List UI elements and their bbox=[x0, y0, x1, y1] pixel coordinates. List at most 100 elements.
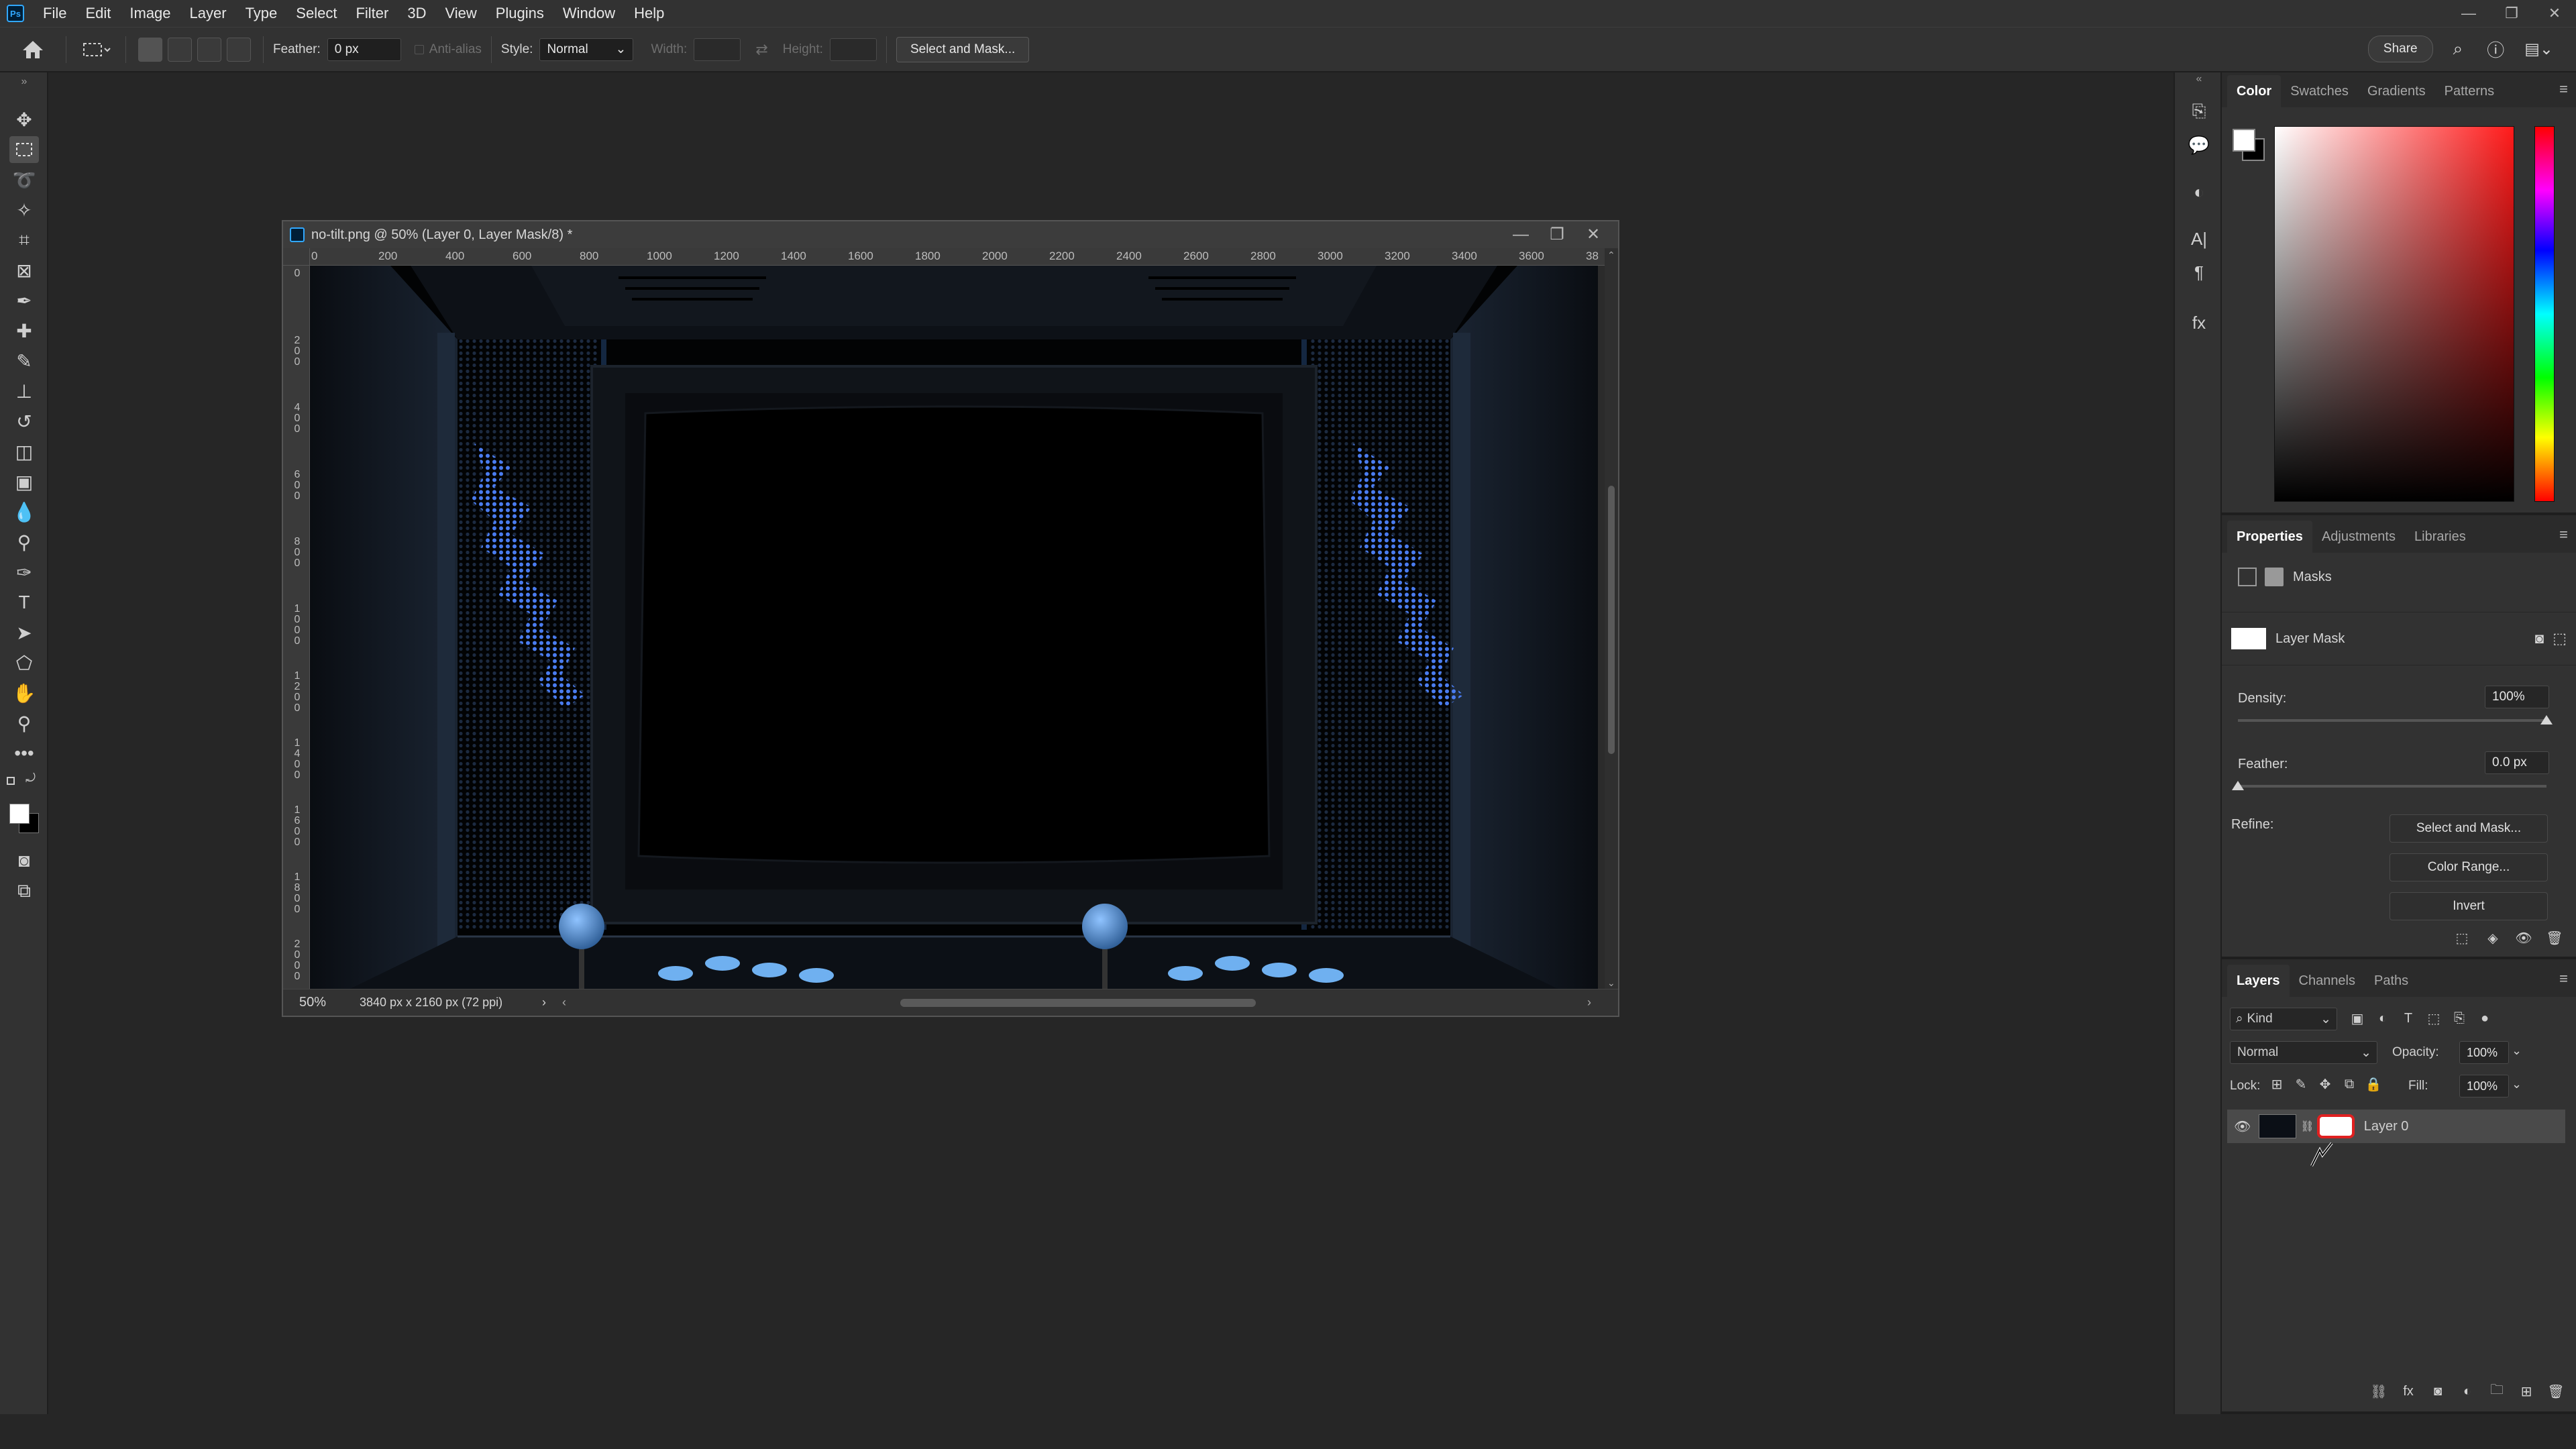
adjust-panel-icon[interactable]: ◐ bbox=[2187, 180, 2211, 204]
panel-menu-icon[interactable]: ≡ bbox=[2559, 970, 2568, 987]
tab-gradients[interactable]: Gradients bbox=[2358, 75, 2435, 107]
workspace-icon[interactable]: ▤⌄ bbox=[2524, 40, 2553, 59]
default-colors-icon[interactable] bbox=[7, 777, 15, 785]
menu-edit[interactable]: Edit bbox=[76, 0, 120, 27]
swap-dimensions-icon[interactable]: ⇄ bbox=[755, 41, 767, 58]
menu-filter[interactable]: Filter bbox=[346, 0, 398, 27]
path-selection-tool-icon[interactable]: ➤ bbox=[9, 619, 39, 646]
magic-wand-tool-icon[interactable]: ✧ bbox=[9, 197, 39, 223]
mask-link-icon[interactable]: ⛓ bbox=[2300, 1120, 2314, 1133]
horizontal-ruler[interactable]: 0 200 400 600 800 1000 1200 1400 1600 18… bbox=[310, 248, 1607, 266]
tab-swatches[interactable]: Swatches bbox=[2281, 75, 2358, 107]
layer-filter-select[interactable]: ⌕ Kind ⌄ bbox=[2230, 1008, 2337, 1030]
new-selection-icon[interactable] bbox=[138, 37, 162, 62]
subtract-selection-icon[interactable] bbox=[197, 37, 221, 62]
document-canvas[interactable] bbox=[310, 266, 1598, 989]
marquee-preset-icon[interactable] bbox=[76, 36, 116, 63]
feather-slider-handle[interactable] bbox=[2232, 781, 2244, 790]
tab-layers[interactable]: Layers bbox=[2227, 965, 2290, 997]
foreground-color-swatch[interactable] bbox=[2233, 129, 2255, 152]
quick-mask-icon[interactable]: ◙ bbox=[9, 847, 39, 874]
select-mask-icon[interactable]: ⬚ bbox=[2553, 630, 2567, 647]
load-selection-icon[interactable]: ⬚ bbox=[2451, 927, 2473, 949]
type-tool-icon[interactable]: T bbox=[9, 589, 39, 616]
tab-color[interactable]: Color bbox=[2227, 75, 2282, 107]
blend-mode-select[interactable]: Normal ⌄ bbox=[2230, 1041, 2377, 1064]
menu-view[interactable]: View bbox=[435, 0, 486, 27]
styles-panel-icon[interactable]: fx bbox=[2187, 311, 2211, 335]
hue-slider[interactable] bbox=[2534, 126, 2555, 502]
menu-file[interactable]: File bbox=[34, 0, 76, 27]
history-panel-icon[interactable]: ⎘ bbox=[2187, 99, 2211, 123]
pixel-mask-icon[interactable] bbox=[2238, 568, 2257, 586]
search-icon[interactable]: ⌕ bbox=[2453, 38, 2463, 60]
select-and-mask-button[interactable]: Select and Mask... bbox=[896, 36, 1030, 62]
tab-libraries[interactable]: Libraries bbox=[2405, 521, 2475, 553]
status-menu-icon[interactable]: › bbox=[542, 996, 546, 1010]
link-layers-icon[interactable]: ⛓ bbox=[2368, 1381, 2390, 1402]
delete-layer-icon[interactable]: 🗑 bbox=[2545, 1381, 2567, 1402]
layer-thumbnail[interactable] bbox=[2259, 1114, 2297, 1138]
add-selection-icon[interactable] bbox=[168, 37, 192, 62]
menu-type[interactable]: Type bbox=[236, 0, 287, 27]
history-brush-tool-icon[interactable]: ↺ bbox=[9, 408, 39, 435]
tab-channels[interactable]: Channels bbox=[2290, 965, 2365, 997]
layer-mask-thumbnail[interactable] bbox=[2316, 1114, 2355, 1138]
minimize-icon[interactable]: — bbox=[2447, 0, 2490, 27]
delete-mask-icon[interactable]: 🗑 bbox=[2544, 927, 2565, 949]
menu-image[interactable]: Image bbox=[120, 0, 180, 27]
move-tool-icon[interactable]: ✥ bbox=[9, 106, 39, 133]
scroll-left-icon[interactable]: ‹ bbox=[562, 996, 566, 1010]
rectangular-marquee-tool-icon[interactable] bbox=[9, 136, 39, 163]
lasso-tool-icon[interactable]: ➰ bbox=[9, 166, 39, 193]
shape-tool-icon[interactable]: ⬠ bbox=[9, 649, 39, 676]
new-group-icon[interactable]: 🗀 bbox=[2486, 1381, 2508, 1402]
style-select[interactable]: Normal ⌄ bbox=[539, 38, 634, 61]
close-icon[interactable]: ✕ bbox=[2533, 0, 2576, 27]
visibility-icon[interactable]: 👁 bbox=[2513, 927, 2534, 949]
chevron-down-icon[interactable]: ⌄ bbox=[2512, 1044, 2522, 1058]
vertical-ruler[interactable]: 0 200 400 600 800 1000 1200 1400 1600 18… bbox=[283, 266, 310, 989]
zoom-tool-icon[interactable]: ⚲ bbox=[9, 710, 39, 737]
vertical-scroll-thumb[interactable] bbox=[1608, 486, 1615, 754]
doc-minimize-icon[interactable]: — bbox=[1503, 221, 1539, 248]
new-layer-icon[interactable]: ⊞ bbox=[2516, 1381, 2537, 1402]
lock-image-icon[interactable]: ✎ bbox=[2290, 1073, 2312, 1095]
tab-adjustments[interactable]: Adjustments bbox=[2312, 521, 2405, 553]
hand-tool-icon[interactable]: ✋ bbox=[9, 680, 39, 706]
paragraph-panel-icon[interactable]: ¶ bbox=[2187, 260, 2211, 284]
menu-plugins[interactable]: Plugins bbox=[486, 0, 553, 27]
blur-tool-icon[interactable]: 💧 bbox=[9, 498, 39, 525]
layer-row[interactable]: 👁 ⛓ Layer 0 bbox=[2227, 1110, 2565, 1143]
layer-name[interactable]: Layer 0 bbox=[2364, 1119, 2409, 1134]
doc-maximize-icon[interactable]: ❐ bbox=[1539, 221, 1575, 248]
invert-button[interactable]: Invert bbox=[2390, 892, 2548, 920]
zoom-level[interactable]: 50% bbox=[299, 995, 360, 1010]
horizontal-scroll-thumb[interactable] bbox=[900, 999, 1256, 1007]
screen-mode-icon[interactable]: ⧉ bbox=[9, 877, 39, 904]
menu-layer[interactable]: Layer bbox=[180, 0, 236, 27]
density-input[interactable]: 100% bbox=[2485, 686, 2549, 708]
foreground-color-swatch[interactable] bbox=[9, 804, 30, 824]
more-tools-icon[interactable]: ••• bbox=[9, 740, 39, 767]
menu-help[interactable]: Help bbox=[625, 0, 674, 27]
lock-transparent-icon[interactable]: ⊞ bbox=[2266, 1073, 2288, 1095]
menu-select[interactable]: Select bbox=[286, 0, 346, 27]
tab-properties[interactable]: Properties bbox=[2227, 521, 2312, 553]
menu-window[interactable]: Window bbox=[553, 0, 625, 27]
filter-shape-icon[interactable]: ⬚ bbox=[2423, 1008, 2445, 1029]
filter-pixel-icon[interactable]: ▣ bbox=[2347, 1008, 2368, 1029]
lock-all-icon[interactable]: 🔒 bbox=[2363, 1073, 2384, 1095]
color-picker-field[interactable] bbox=[2274, 126, 2514, 502]
add-mask-icon[interactable]: ◙ bbox=[2427, 1381, 2449, 1402]
panel-menu-icon[interactable]: ≡ bbox=[2559, 526, 2568, 543]
restore-icon[interactable]: ❐ bbox=[2490, 0, 2533, 27]
frame-tool-icon[interactable]: ⊠ bbox=[9, 257, 39, 284]
crop-tool-icon[interactable]: ⌗ bbox=[9, 227, 39, 254]
filter-toggle-icon[interactable]: ● bbox=[2474, 1008, 2496, 1029]
lock-position-icon[interactable]: ✥ bbox=[2314, 1073, 2336, 1095]
vector-mask-icon[interactable] bbox=[2265, 568, 2284, 586]
intersect-selection-icon[interactable] bbox=[227, 37, 251, 62]
menu-3d[interactable]: 3D bbox=[398, 0, 435, 27]
dodge-tool-icon[interactable]: ⚲ bbox=[9, 529, 39, 555]
